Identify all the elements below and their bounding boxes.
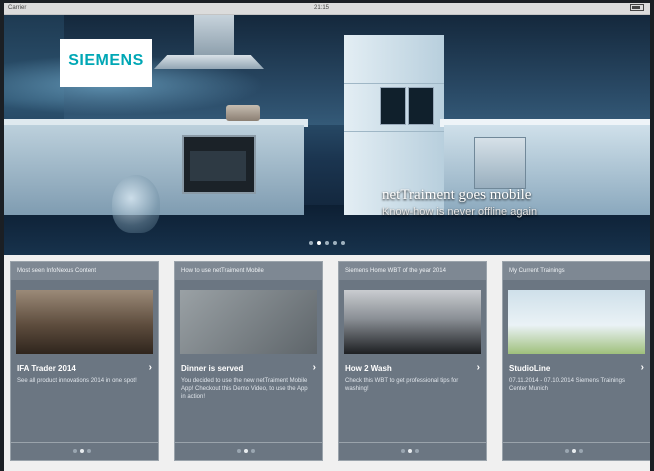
- oven-image: [182, 135, 256, 194]
- page-dot[interactable]: [80, 449, 84, 453]
- card-image: [180, 290, 317, 354]
- page-dot[interactable]: [579, 449, 583, 453]
- page-dot[interactable]: [325, 241, 329, 245]
- page-dot[interactable]: [565, 449, 569, 453]
- page-dot[interactable]: [333, 241, 337, 245]
- card-how-to-use[interactable]: How to use netTraiment Mobile Dinner is …: [174, 261, 323, 461]
- page-dot[interactable]: [309, 241, 313, 245]
- card-text: 07.11.2014 - 07.10.2014 Siemens Training…: [509, 378, 625, 392]
- carrier-label: Carrier: [8, 5, 27, 11]
- card-title: How 2 Wash: [345, 364, 392, 373]
- chevron-right-icon[interactable]: ›: [477, 362, 480, 373]
- hero-subtitle: Know-how is never offline again: [382, 206, 538, 218]
- hero-title: netTraiment goes mobile: [382, 187, 532, 203]
- card-image: [16, 290, 153, 354]
- card-title: IFA Trader 2014: [17, 364, 76, 373]
- siemens-logo: SIEMENS: [60, 39, 152, 87]
- page-dot[interactable]: [73, 449, 77, 453]
- page-dot[interactable]: [317, 241, 321, 245]
- status-bar: Carrier 21:15: [4, 3, 650, 15]
- chevron-right-icon[interactable]: ›: [313, 362, 316, 373]
- card-page-indicator[interactable]: [565, 449, 583, 453]
- card-page-indicator[interactable]: [401, 449, 419, 453]
- card-title: Dinner is served: [181, 364, 244, 373]
- page-dot[interactable]: [341, 241, 345, 245]
- bottom-toolbar: [4, 463, 650, 471]
- card-page-indicator[interactable]: [73, 449, 91, 453]
- page-dot[interactable]: [415, 449, 419, 453]
- status-time: 21:15: [314, 5, 330, 11]
- page-dot[interactable]: [87, 449, 91, 453]
- card-page-indicator[interactable]: [237, 449, 255, 453]
- card-current-trainings[interactable]: My Current Trainings StudioLine › 07.11.…: [502, 261, 650, 461]
- range-hood-image: [194, 15, 234, 55]
- hero-banner[interactable]: SIEMENS netTraiment goes mobile Know-how…: [4, 15, 650, 255]
- app-screen: Carrier 21:15 SIEMENS netTraiment goes m…: [4, 3, 650, 471]
- content-cards: Most seen InfoNexus Content IFA Trader 2…: [10, 261, 650, 461]
- card-header: Most seen InfoNexus Content: [11, 262, 158, 280]
- chevron-right-icon[interactable]: ›: [149, 362, 152, 373]
- card-most-seen[interactable]: Most seen InfoNexus Content IFA Trader 2…: [10, 261, 159, 461]
- card-header: Siemens Home WBT of the year 2014: [339, 262, 486, 280]
- page-dot[interactable]: [237, 449, 241, 453]
- page-dot[interactable]: [244, 449, 248, 453]
- card-header: My Current Trainings: [503, 262, 650, 280]
- page-dot[interactable]: [251, 449, 255, 453]
- chevron-right-icon[interactable]: ›: [641, 362, 644, 373]
- card-image: [508, 290, 645, 354]
- battery-icon: [628, 3, 644, 14]
- card-wbt-of-year[interactable]: Siemens Home WBT of the year 2014 How 2 …: [338, 261, 487, 461]
- hero-caption: netTraiment goes mobile Know-how is neve…: [382, 187, 537, 218]
- page-dot[interactable]: [408, 449, 412, 453]
- card-title: StudioLine: [509, 364, 551, 373]
- card-text: Check this WBT to get professional tips …: [345, 378, 459, 392]
- card-text: See all product innovations 2014 in one …: [17, 378, 137, 384]
- page-dot[interactable]: [401, 449, 405, 453]
- brand-name: SIEMENS: [68, 52, 144, 69]
- hero-page-indicator[interactable]: [309, 241, 345, 245]
- card-text: You decided to use the new netTraiment M…: [181, 378, 308, 400]
- card-image: [344, 290, 481, 354]
- card-header: How to use netTraiment Mobile: [175, 262, 322, 280]
- page-dot[interactable]: [572, 449, 576, 453]
